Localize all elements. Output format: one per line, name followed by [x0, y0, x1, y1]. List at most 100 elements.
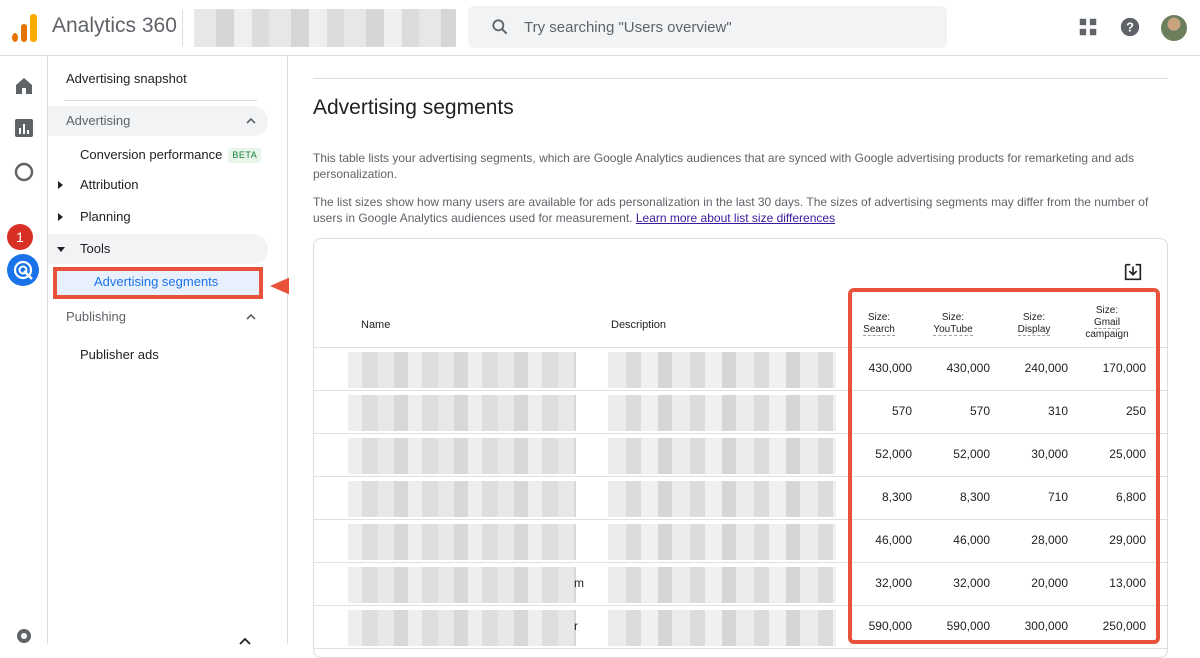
chevron-up-icon: [246, 313, 256, 320]
redacted-description: [608, 352, 836, 388]
search-icon: [492, 19, 508, 35]
divider: [314, 605, 1167, 606]
nav-item-label: Conversion performance: [80, 147, 223, 162]
nav-item-advertising-segments[interactable]: Advertising segments: [53, 267, 263, 299]
size-cell: 710: [1047, 490, 1068, 504]
description-paragraph: This table lists your advertising segmen…: [313, 151, 1135, 181]
chevron-icon[interactable]: [238, 636, 252, 646]
name-fragment: r: [574, 619, 578, 633]
nav-advertising-snapshot[interactable]: Advertising snapshot: [48, 64, 268, 94]
size-cell: 52,000: [953, 447, 990, 461]
redacted-description: [608, 395, 836, 431]
redacted-name: [348, 352, 576, 388]
help-icon[interactable]: ?: [1119, 16, 1141, 38]
left-rail: 1: [0, 56, 48, 644]
segments-table: Name Description Size: Search Size: YouTube…: [313, 238, 1168, 658]
chevron-up-icon: [246, 117, 256, 124]
divider: [314, 347, 1167, 348]
nav-item-label: Tools: [80, 241, 111, 256]
column-header-description[interactable]: Description: [611, 319, 666, 331]
download-icon[interactable]: [1122, 261, 1144, 283]
redacted-name: [348, 438, 576, 474]
header-line: Size:: [1022, 312, 1046, 323]
learn-more-link[interactable]: Learn more about list size differences: [636, 211, 835, 225]
divider: [182, 10, 183, 46]
size-cell: 13,000: [1109, 576, 1146, 590]
size-cell: 590,000: [868, 619, 912, 633]
divider: [314, 476, 1167, 477]
size-cell: 29,000: [1109, 533, 1146, 547]
nav-item-planning[interactable]: Planning: [48, 202, 268, 232]
size-cell: 28,000: [1031, 533, 1068, 547]
size-cell: 30,000: [1031, 447, 1068, 461]
page-title: Advertising segments: [313, 96, 514, 119]
header-line: Search: [863, 324, 895, 336]
header-line: campaign: [1085, 329, 1129, 340]
collapse-triangle-icon: [57, 247, 65, 252]
side-nav: Advertising snapshot Advertising Convers…: [48, 56, 288, 646]
settings-icon[interactable]: [12, 624, 36, 648]
redacted-description: [608, 438, 836, 474]
column-header-size[interactable]: Size: Gmail campaign: [1077, 305, 1137, 341]
advertising-icon[interactable]: [7, 254, 39, 286]
column-header-size[interactable]: Size: Search: [849, 312, 909, 336]
expand-triangle-icon: [58, 181, 63, 189]
redacted-description: [608, 610, 836, 646]
search-input[interactable]: [524, 16, 924, 38]
size-cell: 430,000: [946, 361, 990, 375]
nav-item-publisher-ads[interactable]: Publisher ads: [48, 340, 268, 370]
header-line: Display: [1017, 324, 1051, 336]
app-title[interactable]: Analytics 360: [52, 14, 177, 38]
size-cell: 46,000: [953, 533, 990, 547]
nav-item-tools[interactable]: Tools: [48, 234, 268, 264]
column-header-name[interactable]: Name: [361, 319, 390, 331]
size-cell: 250,000: [1102, 619, 1146, 633]
size-cell: 52,000: [875, 447, 912, 461]
size-cell: 8,300: [881, 490, 912, 504]
redacted-description: [608, 567, 836, 603]
size-cell: 310: [1047, 404, 1068, 418]
size-cell: 250: [1125, 404, 1146, 418]
redacted-name: [348, 481, 576, 517]
description-paragraph: The list sizes show how many users are a…: [313, 194, 1163, 226]
account-avatar[interactable]: [1161, 15, 1187, 41]
search-bar[interactable]: [468, 6, 947, 48]
column-header-size[interactable]: Size: Display: [1004, 312, 1064, 336]
size-cell: 170,000: [1102, 361, 1146, 375]
size-cell: 430,000: [868, 361, 912, 375]
section-label: Advertising: [66, 113, 131, 128]
reports-icon[interactable]: [12, 116, 36, 140]
redacted-name: [348, 524, 576, 560]
size-cell: 590,000: [946, 619, 990, 633]
apps-grid-icon[interactable]: [1077, 16, 1099, 38]
size-cell: 32,000: [875, 576, 912, 590]
nav-item-conversion-performance[interactable]: Conversion performance BETA: [48, 140, 268, 170]
size-cell: 300,000: [1024, 619, 1068, 633]
nav-item-label: Advertising segments: [94, 274, 219, 289]
nav-section-publishing[interactable]: Publishing: [48, 302, 268, 332]
main-content: Advertising segments This table lists yo…: [289, 56, 1200, 658]
size-cell: 570: [969, 404, 990, 418]
explore-icon[interactable]: [12, 160, 36, 184]
redacted-name: [348, 567, 576, 603]
size-cell: 240,000: [1024, 361, 1068, 375]
nav-item-attribution[interactable]: Attribution: [48, 170, 268, 200]
home-icon[interactable]: [12, 74, 36, 98]
size-cell: 46,000: [875, 533, 912, 547]
account-selector-redacted[interactable]: [194, 9, 456, 47]
size-cell: 20,000: [1031, 576, 1068, 590]
header-line: Size:: [941, 312, 965, 323]
divider: [314, 433, 1167, 434]
divider: [64, 100, 257, 101]
name-fragment: m: [574, 576, 584, 590]
divider: [314, 562, 1167, 563]
section-label: Publishing: [66, 309, 126, 324]
divider: [314, 648, 1167, 649]
nav-section-advertising[interactable]: Advertising: [48, 106, 268, 136]
header-line: Size:: [867, 312, 891, 323]
column-header-size[interactable]: Size: YouTube: [923, 312, 983, 336]
redacted-description: [608, 481, 836, 517]
analytics-logo-icon[interactable]: [12, 14, 38, 42]
header-line: Gmail: [1093, 317, 1121, 329]
redacted-name: [348, 395, 576, 431]
